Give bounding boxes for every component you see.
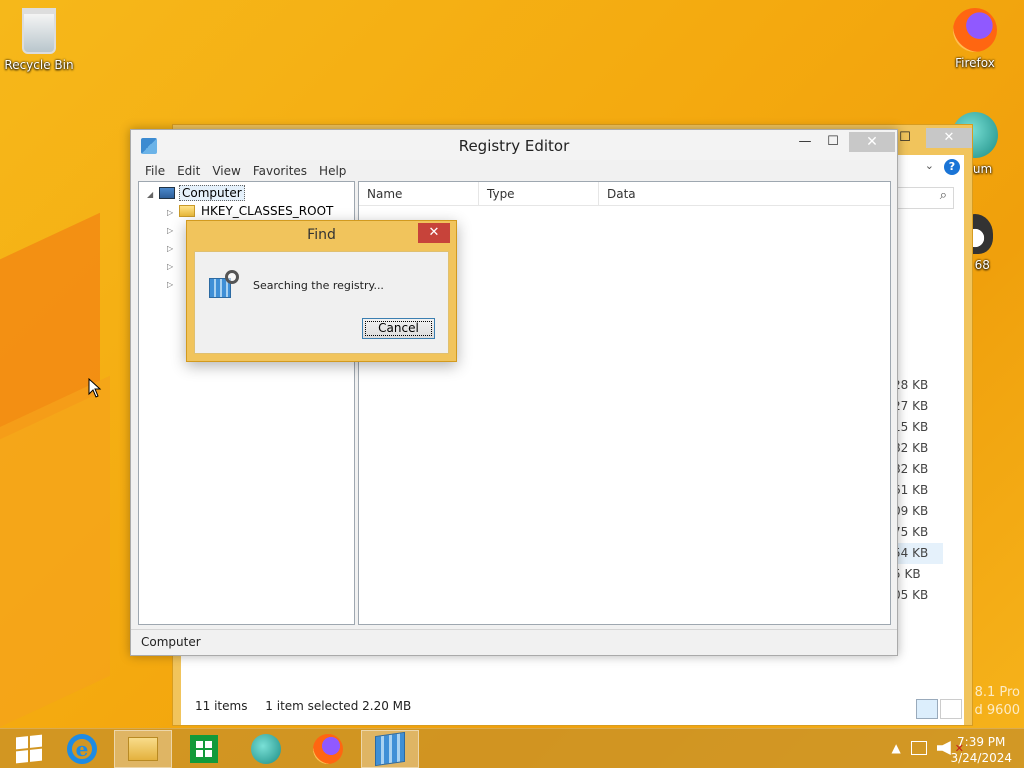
registry-search-icon [209, 270, 243, 300]
window-title: Registry Editor [458, 137, 570, 155]
maximize-button[interactable]: ☐ [819, 132, 847, 152]
watermark-line: d 9600 [974, 703, 1020, 718]
dialog-title: Find [307, 227, 336, 243]
file-size: 15 KB [893, 420, 929, 434]
selection-info: 1 item selected 2.20 MB [265, 699, 412, 713]
clock-date: 3/24/2024 [950, 751, 1012, 765]
clock-time: 7:39 PM [957, 735, 1006, 749]
column-header-name[interactable]: Name [359, 182, 479, 205]
close-button[interactable]: ✕ [849, 132, 895, 152]
wallpaper-shape [0, 375, 110, 765]
taskbar-firefox[interactable] [299, 730, 357, 768]
desktop-icon-label: Firefox [955, 56, 995, 70]
help-icon[interactable]: ? [944, 159, 960, 175]
chevron-down-icon[interactable]: ⌄ [925, 159, 934, 172]
firefox-icon [313, 734, 343, 764]
network-icon[interactable] [910, 741, 927, 755]
tree-node-label: HKEY_CLASSES_ROOT [201, 204, 334, 218]
registry-editor-icon [375, 731, 405, 767]
internet-explorer-icon: e [67, 734, 97, 764]
taskbar-store[interactable] [175, 730, 233, 768]
desktop-icon-firefox[interactable]: Firefox [935, 8, 1015, 70]
taskbar-registry-editor[interactable] [361, 730, 419, 768]
menu-favorites[interactable]: Favorites [247, 164, 313, 178]
file-explorer-icon [128, 737, 158, 761]
file-size: 05 KB [893, 588, 929, 602]
desktop-icon-label: Recycle Bin [4, 58, 74, 72]
file-size: 09 KB [893, 504, 929, 518]
taskbar-internet-explorer[interactable]: e [53, 730, 111, 768]
regedit-titlebar[interactable]: Registry Editor — ☐ ✕ [131, 130, 897, 160]
mouse-cursor-icon [88, 378, 102, 398]
tree-node-label: Computer [179, 185, 245, 201]
column-header-data[interactable]: Data [599, 182, 890, 205]
menu-bar: File Edit View Favorites Help [131, 160, 897, 182]
tree-node-hkcc[interactable]: ▷ [167, 274, 179, 292]
file-size: 5 KB [893, 567, 921, 581]
taskbar-chromium[interactable] [237, 730, 295, 768]
taskbar-file-explorer[interactable] [114, 730, 172, 768]
regedit-status-bar: Computer [131, 629, 897, 655]
search-icon[interactable]: ⌕ [896, 187, 954, 209]
file-size: 54 KB [893, 543, 943, 564]
folder-icon [179, 205, 195, 217]
item-count: 11 items [195, 699, 248, 713]
volume-icon[interactable] [936, 741, 951, 755]
expand-arrow-icon[interactable]: ▷ [167, 276, 179, 294]
tree-node-computer[interactable]: ◢ Computer [147, 184, 245, 202]
menu-edit[interactable]: Edit [171, 164, 206, 178]
cancel-button[interactable]: Cancel [362, 318, 435, 339]
clock[interactable]: 7:39 PM 3/24/2024 [950, 734, 1012, 766]
menu-help[interactable]: Help [313, 164, 352, 178]
windows-watermark: 8.1 Pro d 9600 [975, 684, 1020, 720]
file-size: 82 KB [893, 441, 929, 455]
file-size: 82 KB [893, 462, 929, 476]
column-headers: Name Type Data [359, 182, 890, 206]
find-dialog: Find ✕ Searching the registry... Cancel [186, 220, 457, 362]
watermark-line: 8.1 Pro [974, 685, 1020, 700]
windows-logo-icon [16, 734, 42, 764]
explorer-close-button[interactable]: ✕ [926, 128, 972, 148]
recycle-bin-icon [22, 8, 56, 54]
close-button[interactable]: ✕ [418, 223, 450, 243]
store-icon [190, 735, 218, 763]
tree-node-hklm[interactable]: ▷ [167, 238, 179, 256]
show-hidden-icons-chevron-icon[interactable]: ▲ [892, 741, 901, 755]
registry-editor-window: Registry Editor — ☐ ✕ File Edit View Fav… [130, 129, 898, 656]
tree-node-hkcr[interactable]: ▷ HKEY_CLASSES_ROOT [167, 202, 335, 220]
large-icons-view-button[interactable] [940, 699, 962, 719]
collapse-arrow-icon[interactable]: ◢ [147, 186, 159, 204]
file-size: 27 KB [893, 399, 929, 413]
search-status-message: Searching the registry... [253, 279, 384, 292]
details-view-button[interactable] [916, 699, 938, 719]
computer-icon [159, 187, 175, 199]
minimize-button[interactable]: — [791, 132, 819, 152]
tree-node-hkcu[interactable]: ▷ [167, 220, 179, 238]
desktop-icon-recycle-bin[interactable]: Recycle Bin [0, 8, 79, 72]
firefox-icon [953, 8, 997, 52]
start-button[interactable] [0, 730, 58, 768]
taskbar: e ▲ ✕ 7:39 PM 3/24/2024 [0, 728, 1024, 768]
file-size: 61 KB [893, 483, 929, 497]
dialog-body: Searching the registry... Cancel [194, 251, 449, 354]
menu-file[interactable]: File [139, 164, 171, 178]
file-size-column: 28 KB 27 KB 15 KB 82 KB 82 KB 61 KB 09 K… [893, 375, 943, 606]
file-size: 75 KB [893, 525, 929, 539]
column-header-type[interactable]: Type [479, 182, 599, 205]
menu-view[interactable]: View [206, 164, 246, 178]
explorer-status-bar: 11 items 1 item selected 2.20 MB [195, 699, 425, 713]
tree-node-hku[interactable]: ▷ [167, 256, 179, 274]
chromium-icon [251, 734, 281, 764]
file-size: 28 KB [893, 378, 929, 392]
